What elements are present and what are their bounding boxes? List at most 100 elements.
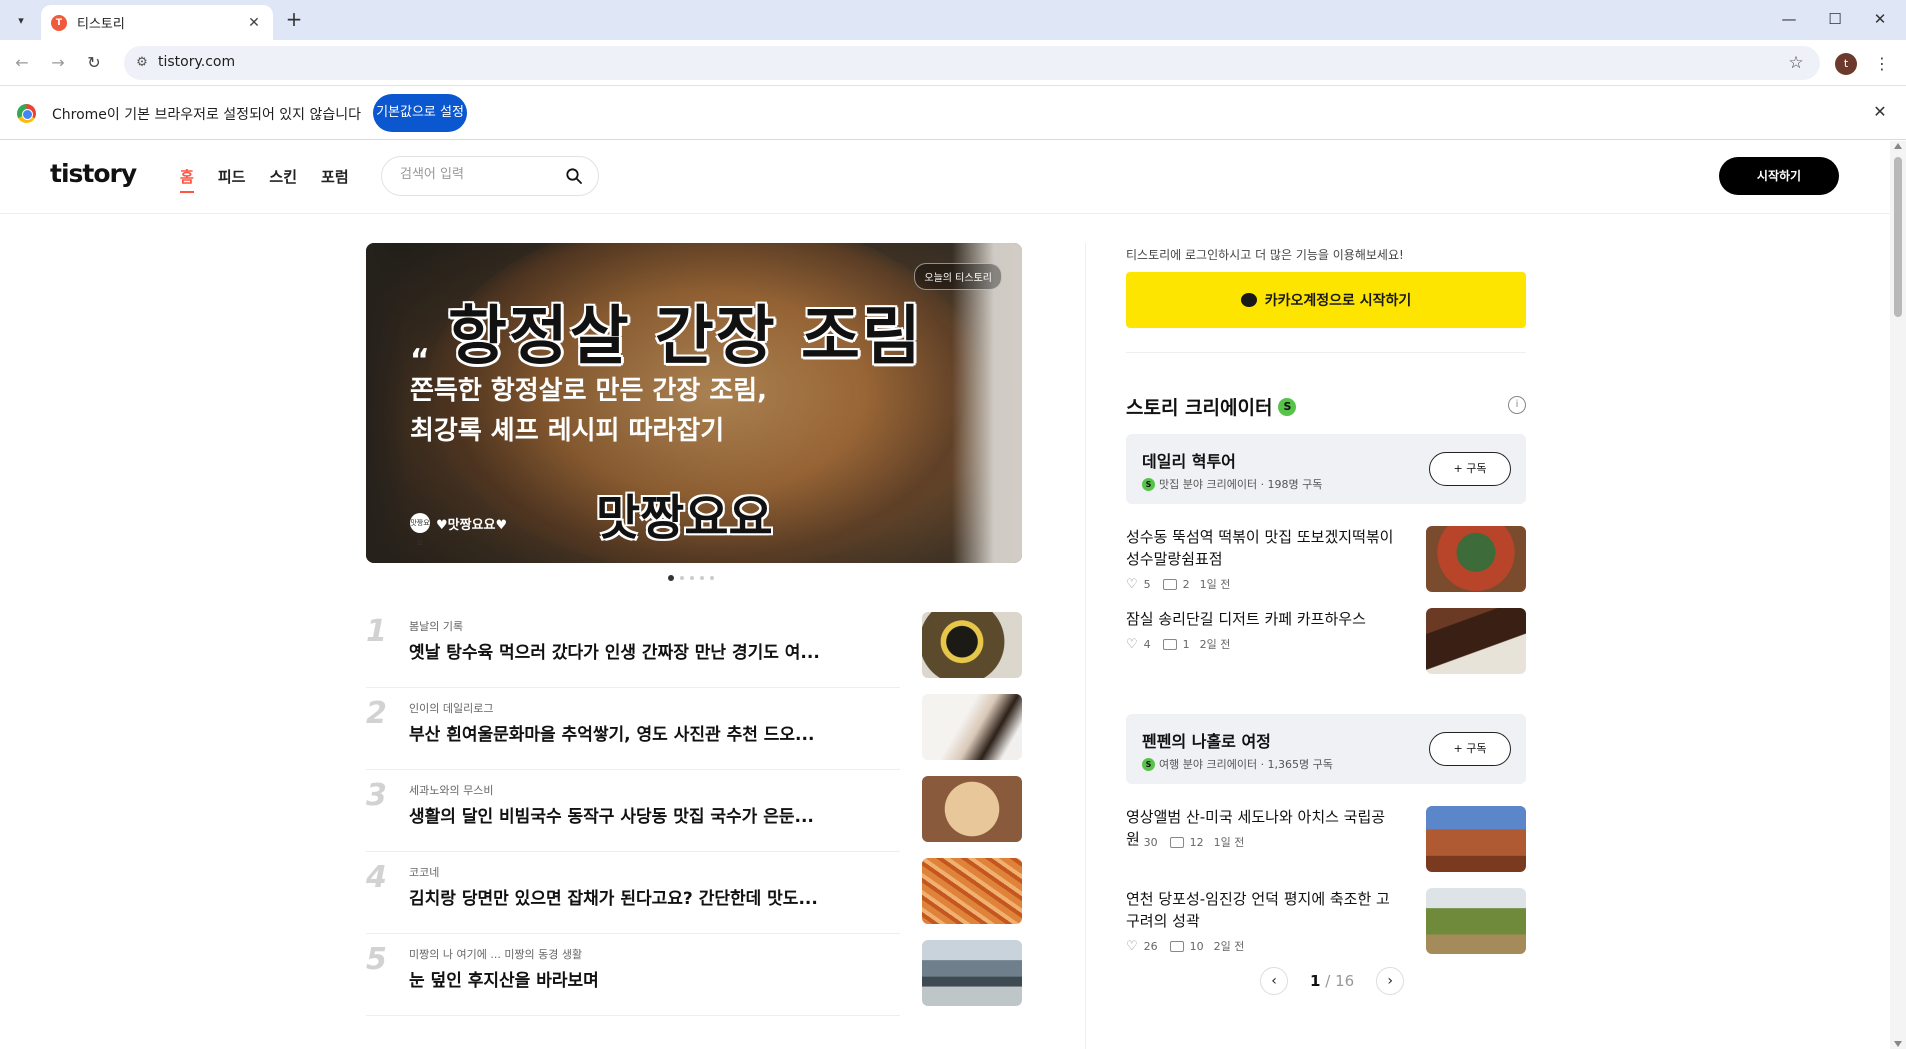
carousel-dot[interactable] — [700, 576, 704, 580]
rank-thumbnail[interactable] — [922, 612, 1022, 678]
rank-category: 인이의 데일리로그 — [409, 702, 494, 715]
ranking-list: 1 봄날의 기록 옛날 탕수육 먹으러 갔다가 인생 간짜장 만난 경기도 여.… — [366, 606, 1022, 1016]
post-title[interactable]: 연천 당포성-임진강 언덕 평지에 축조한 고구려의 성곽 — [1126, 888, 1398, 932]
comment-icon — [1169, 940, 1184, 952]
tistory-favicon-icon: T — [51, 14, 67, 31]
post-thumbnail[interactable] — [1426, 608, 1526, 674]
post-title[interactable]: 성수동 뚝섬역 떡볶이 맛집 또보겠지떡볶이 성수말랑쉼표점 — [1126, 526, 1398, 570]
creator-meta: S 여행 분야 크리에이터 · 1,365명 구독 — [1142, 756, 1333, 772]
maximize-icon[interactable]: ☐ — [1823, 8, 1847, 32]
forward-arrow-icon[interactable]: → — [46, 51, 70, 75]
rank-title[interactable]: 김치랑 당면만 있으면 잡채가 된다고요? 간단한데 맛도... — [409, 884, 818, 909]
carousel-dot[interactable] — [668, 575, 674, 581]
list-item[interactable]: 5 미짱의 나 여기에 ... 미짱의 동경 생활 눈 덮인 후지산을 바라보며 — [366, 934, 1022, 1016]
minimize-icon[interactable]: — — [1777, 8, 1801, 32]
scroll-thumb[interactable] — [1894, 157, 1902, 317]
rank-title[interactable]: 부산 흰여울문화마을 추억쌓기, 영도 사진관 추천 드오... — [409, 720, 814, 745]
next-page-chevron-icon[interactable]: › — [1376, 967, 1405, 995]
carousel-dot[interactable] — [690, 576, 694, 580]
column-divider — [1085, 243, 1086, 1049]
page-indicator: 1 / 16 — [1310, 972, 1354, 990]
rank-number: 2 — [366, 696, 387, 731]
creator-card[interactable]: 펜펜의 나홀로 여정 S 여행 분야 크리에이터 · 1,365명 구독 + 구… — [1126, 714, 1526, 784]
list-item[interactable]: 4 코코네 김치랑 당면만 있으면 잡채가 된다고요? 간단한데 맛도... — [366, 852, 1022, 934]
tab-close-icon[interactable]: ✕ — [245, 15, 263, 31]
new-tab-plus-icon[interactable]: + — [282, 8, 306, 32]
bookmark-star-icon[interactable]: ☆ — [1784, 51, 1808, 75]
subscribe-button[interactable]: + 구독 — [1429, 452, 1511, 486]
subscribe-button[interactable]: + 구독 — [1429, 732, 1511, 766]
list-item[interactable]: 3 세과노와의 무스비 생활의 달인 비빔국수 동작구 사당동 맛집 국수가 은… — [366, 770, 1022, 852]
carousel-dot[interactable] — [710, 576, 714, 580]
nav-home[interactable]: 홈 — [180, 166, 194, 193]
default-browser-infobar: Chrome이 기본 브라우저로 설정되어 있지 않습니다 기본값으로 설정 ✕ — [0, 87, 1906, 140]
prev-page-chevron-icon[interactable]: ‹ — [1260, 967, 1288, 995]
tab-title: 티스토리 — [77, 17, 125, 32]
post-thumbnail[interactable] — [1426, 526, 1526, 592]
like-count: 26 — [1143, 939, 1158, 953]
chrome-logo-icon — [17, 104, 36, 123]
reload-icon[interactable]: ↻ — [82, 51, 106, 75]
site-header: tistory 홈 피드 스킨 포럼 시작하기 — [0, 141, 1890, 214]
creator-name[interactable]: 펜펜의 나홀로 여정 — [1142, 728, 1271, 752]
carousel-dots — [668, 575, 714, 581]
nav-forum[interactable]: 포럼 — [321, 166, 349, 193]
creator-card[interactable]: 데일리 혁투어 S 맛집 분야 크리에이터 · 198명 구독 + 구독 — [1126, 434, 1526, 504]
scroll-down-arrow-icon[interactable] — [1894, 1041, 1902, 1047]
back-arrow-icon[interactable]: ← — [10, 51, 34, 75]
info-icon[interactable]: i — [1508, 396, 1526, 414]
search-input[interactable] — [400, 167, 560, 182]
kakao-login-button[interactable]: 카카오계정으로 시작하기 — [1126, 272, 1526, 328]
heart-icon[interactable]: ♡ — [1126, 939, 1138, 954]
hero-description[interactable]: 쫀득한 항정살로 만든 간장 조림, 최강록 셰프 레시피 따라잡기 — [410, 371, 770, 451]
nav-skin[interactable]: 스킨 — [269, 166, 297, 193]
heart-icon[interactable]: ♡ — [1126, 637, 1138, 652]
address-bar[interactable]: ⚙ tistory.com ☆ — [124, 46, 1820, 80]
list-item[interactable]: 1 봄날의 기록 옛날 탕수육 먹으러 갔다가 인생 간짜장 만난 경기도 여.… — [366, 606, 1022, 688]
browser-menu-icon[interactable]: ⋮ — [1872, 51, 1892, 77]
infobar-message: Chrome이 기본 브라우저로 설정되어 있지 않습니다 — [52, 107, 362, 123]
hero-banner[interactable]: 항정살 간장 조림 오늘의 티스토리 “ 쫀득한 항정살로 만든 간장 조림, … — [366, 243, 1022, 563]
heart-icon[interactable]: ♡ — [1126, 577, 1138, 592]
sidebar-divider — [1126, 352, 1526, 353]
rank-thumbnail[interactable] — [922, 940, 1022, 1006]
carousel-dot[interactable] — [680, 576, 684, 580]
creator-post[interactable]: 잠실 송리단길 디저트 카페 카프하우스 ♡ 4 1 2일 전 — [1126, 608, 1526, 676]
tab-search-icon[interactable]: ▾ — [8, 8, 34, 32]
post-time: 1일 전 — [1213, 836, 1245, 849]
rank-thumbnail[interactable] — [922, 694, 1022, 760]
creator-post[interactable]: 성수동 뚝섬역 떡볶이 맛집 또보겠지떡볶이 성수말랑쉼표점 ♡ 5 2 1일 … — [1126, 526, 1526, 594]
main-nav: 홈 피드 스킨 포럼 — [180, 166, 349, 193]
set-default-button[interactable]: 기본값으로 설정 — [373, 94, 467, 132]
kakao-chat-icon — [1240, 293, 1257, 307]
creator-post[interactable]: 연천 당포성-임진강 언덕 평지에 축조한 고구려의 성곽 ♡ 26 10 2일… — [1126, 888, 1526, 956]
total-pages: 16 — [1335, 972, 1355, 990]
scroll-up-arrow-icon[interactable] — [1894, 143, 1902, 149]
browser-tab-tistory[interactable]: T 티스토리 ✕ — [41, 5, 273, 40]
heart-icon[interactable]: ♡ — [1126, 835, 1138, 850]
post-thumbnail[interactable] — [1426, 806, 1526, 872]
creator-name[interactable]: 데일리 혁투어 — [1142, 448, 1236, 472]
rank-title[interactable]: 옛날 탕수육 먹으러 갔다가 인생 간짜장 만난 경기도 여... — [409, 638, 820, 663]
rank-thumbnail[interactable] — [922, 776, 1022, 842]
page-scrollbar[interactable] — [1890, 141, 1906, 1049]
tistory-logo[interactable]: tistory — [50, 159, 137, 188]
profile-avatar[interactable]: t — [1835, 53, 1857, 75]
post-thumbnail[interactable] — [1426, 888, 1526, 954]
creator-post[interactable]: 영상앨범 산-미국 세도나와 아치스 국립공원 ♡ 30 12 1일 전 — [1126, 806, 1526, 874]
start-button[interactable]: 시작하기 — [1719, 157, 1839, 195]
hero-author[interactable]: 맛짱요요 ♥맛짱요요♥ — [410, 513, 507, 547]
post-time: 1일 전 — [1199, 578, 1231, 591]
list-item[interactable]: 2 인이의 데일리로그 부산 흰여울문화마을 추억쌓기, 영도 사진관 추천 드… — [366, 688, 1022, 770]
rank-title[interactable]: 생활의 달인 비빔국수 동작구 사당동 맛집 국수가 은둔... — [409, 802, 814, 827]
window-close-icon[interactable]: ✕ — [1868, 8, 1892, 32]
rank-thumbnail[interactable] — [922, 858, 1022, 924]
site-settings-icon[interactable]: ⚙ — [133, 54, 151, 72]
rank-title[interactable]: 눈 덮인 후지산을 바라보며 — [409, 966, 599, 991]
post-title[interactable]: 잠실 송리단길 디저트 카페 카프하우스 — [1126, 608, 1398, 630]
creator-meta-text: 맛집 분야 크리에이터 · 198명 구독 — [1159, 478, 1323, 491]
nav-feed[interactable]: 피드 — [218, 166, 246, 193]
search-icon[interactable] — [566, 168, 582, 184]
url-text[interactable]: tistory.com — [158, 54, 235, 70]
infobar-close-icon[interactable]: ✕ — [1870, 102, 1890, 124]
